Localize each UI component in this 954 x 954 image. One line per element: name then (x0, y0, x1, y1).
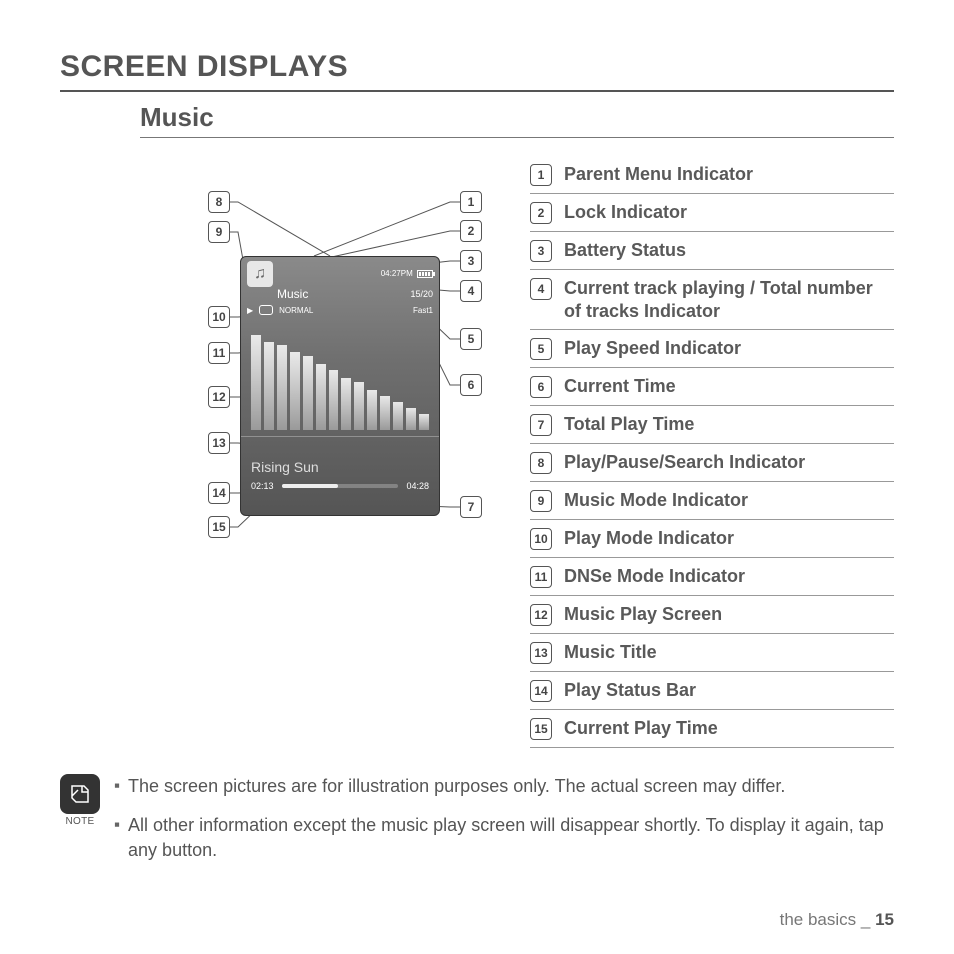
progress-row: 02:13 04:28 (241, 481, 439, 499)
definition-number: 15 (530, 718, 552, 740)
definition-label: Battery Status (564, 239, 686, 262)
definition-row: 4 Current track playing / Total number of… (530, 270, 894, 330)
definition-label: Music Mode Indicator (564, 489, 748, 512)
definition-row: 8 Play/Pause/Search Indicator (530, 444, 894, 482)
definition-number: 13 (530, 642, 552, 664)
definition-label: DNSe Mode Indicator (564, 565, 745, 588)
note-label: NOTE (60, 816, 100, 827)
screen-title-row: Music 15/20 (241, 287, 439, 305)
screen-header: ♫ 04:27PM (241, 257, 439, 287)
status-top-right: 04:27PM (381, 269, 433, 279)
definition-number: 1 (530, 164, 552, 186)
callout-number: 2 (460, 220, 482, 242)
callout-number: 9 (208, 221, 230, 243)
callout-number: 8 (208, 191, 230, 213)
note-bullet: The screen pictures are for illustration… (114, 774, 894, 799)
definition-label: Current Time (564, 375, 676, 398)
definition-label: Music Play Screen (564, 603, 722, 626)
repeat-icon (259, 305, 273, 315)
footer-section: the basics (780, 910, 857, 929)
definition-label: Current track playing / Total number of … (564, 277, 894, 322)
definition-label: Music Title (564, 641, 657, 664)
definition-row: 13 Music Title (530, 634, 894, 672)
definition-number: 14 (530, 680, 552, 702)
definition-number: 12 (530, 604, 552, 626)
mode-row: ▶ NORMAL Fast1 (241, 305, 439, 317)
callout-number: 7 (460, 496, 482, 518)
definition-number: 5 (530, 338, 552, 360)
track-counter: 15/20 (410, 289, 433, 299)
note-text: The screen pictures are for illustration… (114, 774, 894, 878)
definition-label: Play Speed Indicator (564, 337, 741, 360)
play-status-bar (282, 484, 399, 488)
clock-value: 04:27PM (381, 269, 413, 278)
callout-number: 10 (208, 306, 230, 328)
definition-row: 14 Play Status Bar (530, 672, 894, 710)
definition-row: 15 Current Play Time (530, 710, 894, 748)
content-row: ♫ 04:27PM Music 15/20 ▶ NORMAL Fast1 Ris… (130, 156, 894, 748)
definition-number: 3 (530, 240, 552, 262)
callout-number: 3 (460, 250, 482, 272)
battery-icon (417, 270, 433, 278)
callout-number: 14 (208, 482, 230, 504)
note-block: NOTE The screen pictures are for illustr… (60, 774, 894, 878)
definitions-list: 1 Parent Menu Indicator 2 Lock Indicator 3 Ba… (530, 156, 894, 748)
definition-number: 8 (530, 452, 552, 474)
callout-number: 12 (208, 386, 230, 408)
definition-number: 2 (530, 202, 552, 224)
definition-number: 4 (530, 278, 552, 300)
definition-number: 7 (530, 414, 552, 436)
callout-number: 13 (208, 432, 230, 454)
definition-row: 5 Play Speed Indicator (530, 330, 894, 368)
footer-page-number: 15 (875, 910, 894, 929)
note-bullet: All other information except the music p… (114, 813, 894, 863)
track-title: Rising Sun (241, 437, 439, 481)
definition-row: 2 Lock Indicator (530, 194, 894, 232)
definition-label: Current Play Time (564, 717, 718, 740)
note-icon (60, 774, 100, 814)
callout-number: 1 (460, 191, 482, 213)
definition-row: 6 Current Time (530, 368, 894, 406)
play-pause-icon: ▶ (247, 306, 253, 315)
definition-row: 1 Parent Menu Indicator (530, 156, 894, 194)
total-play-time: 04:28 (406, 481, 429, 491)
definition-row: 7 Total Play Time (530, 406, 894, 444)
definition-label: Parent Menu Indicator (564, 163, 753, 186)
equalizer-graphic (241, 317, 439, 437)
definition-number: 11 (530, 566, 552, 588)
definition-label: Play Status Bar (564, 679, 696, 702)
definition-row: 9 Music Mode Indicator (530, 482, 894, 520)
definition-number: 6 (530, 376, 552, 398)
callout-number: 15 (208, 516, 230, 538)
callout-number: 11 (208, 342, 230, 364)
note-icon-wrap: NOTE (60, 774, 100, 878)
page-title: SCREEN DISPLAYS (60, 50, 894, 92)
section-subtitle: Music (140, 102, 894, 138)
callout-number: 6 (460, 374, 482, 396)
definition-row: 12 Music Play Screen (530, 596, 894, 634)
screen-mode-label: Music (277, 287, 308, 301)
definition-number: 9 (530, 490, 552, 512)
diagram-area: ♫ 04:27PM Music 15/20 ▶ NORMAL Fast1 Ris… (130, 156, 500, 576)
callout-number: 4 (460, 280, 482, 302)
definition-label: Total Play Time (564, 413, 694, 436)
definition-label: Play Mode Indicator (564, 527, 734, 550)
definition-row: 3 Battery Status (530, 232, 894, 270)
play-speed-label: Fast1 (413, 306, 433, 315)
callout-number: 5 (460, 328, 482, 350)
dnse-mode-label: NORMAL (279, 306, 313, 315)
definition-label: Lock Indicator (564, 201, 687, 224)
definition-row: 11 DNSe Mode Indicator (530, 558, 894, 596)
definition-label: Play/Pause/Search Indicator (564, 451, 805, 474)
footer-divider: _ (856, 910, 875, 929)
current-play-time: 02:13 (251, 481, 274, 491)
music-play-screen: ♫ 04:27PM Music 15/20 ▶ NORMAL Fast1 Ris… (240, 256, 440, 516)
definition-row: 10 Play Mode Indicator (530, 520, 894, 558)
definition-number: 10 (530, 528, 552, 550)
page-footer: the basics _ 15 (780, 910, 894, 930)
music-note-icon: ♫ (247, 261, 273, 287)
